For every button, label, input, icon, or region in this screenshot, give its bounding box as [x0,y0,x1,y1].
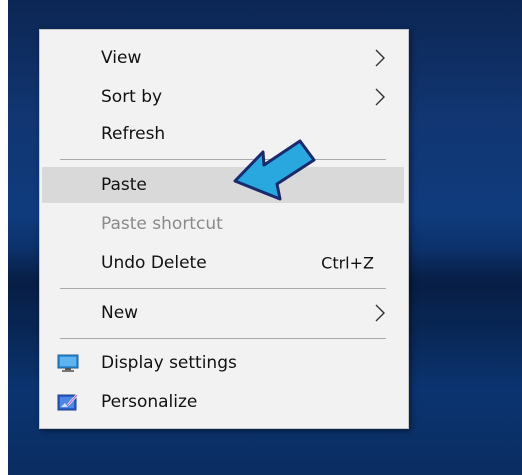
menu-item-label: Refresh [101,124,166,144]
menu-item-undo-delete[interactable]: Undo Delete Ctrl+Z [42,245,404,281]
shortcut-label: Ctrl+Z [321,253,374,273]
display-settings-icon [57,354,79,372]
menu-item-label: Personalize [101,392,198,412]
menu-item-label: View [101,48,142,68]
chevron-right-icon [375,304,385,322]
menu-item-display-settings[interactable]: Display settings [42,345,404,381]
menu-item-view[interactable]: View [42,40,404,76]
pointer-arrow-icon [233,139,316,201]
menu-item-refresh[interactable]: Refresh [42,116,404,152]
chevron-right-icon [375,88,385,106]
menu-item-label: New [101,303,139,323]
menu-item-label: Display settings [101,353,237,373]
personalize-icon [57,394,78,411]
chevron-right-icon [375,49,385,67]
menu-item-label: Undo Delete [101,253,207,273]
menu-item-label: Paste shortcut [101,214,223,234]
menu-item-label: Sort by [101,87,163,107]
menu-item-paste-shortcut: Paste shortcut [42,206,404,242]
menu-item-sort-by[interactable]: Sort by [42,79,404,115]
menu-separator [60,288,386,289]
menu-item-paste[interactable]: Paste [42,167,404,203]
context-menu: View Sort by Refresh Paste Paste shortcu… [39,29,409,429]
menu-item-label: Paste [101,175,147,195]
menu-separator [60,338,386,339]
menu-item-personalize[interactable]: Personalize [42,384,404,420]
menu-item-new[interactable]: New [42,295,404,331]
menu-separator [60,159,386,160]
